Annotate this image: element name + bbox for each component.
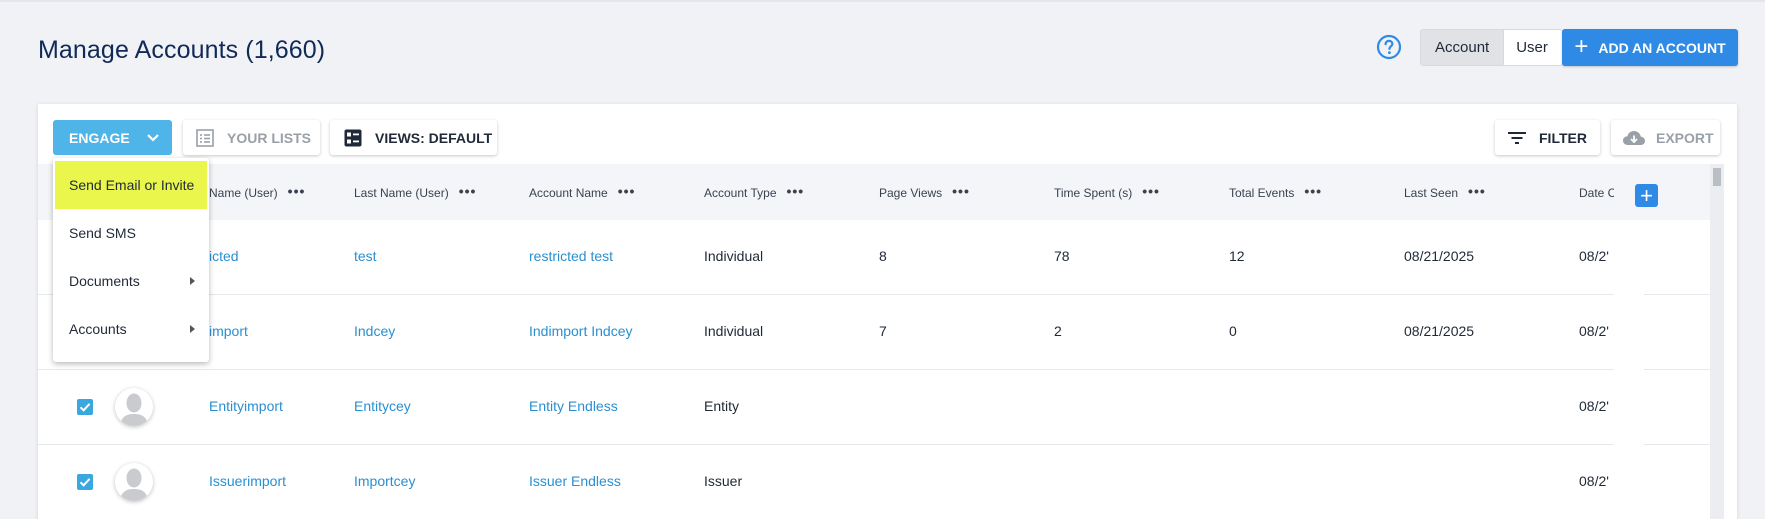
cell-page-views: 7 xyxy=(879,323,887,339)
cell-first-name[interactable]: Entityimport xyxy=(209,398,283,414)
your-lists-button[interactable]: YOUR LISTS xyxy=(183,120,320,155)
export-button[interactable]: EXPORT xyxy=(1611,120,1720,155)
toggle-account[interactable]: Account xyxy=(1421,30,1504,65)
page-title: Manage Accounts (1,660) xyxy=(38,36,326,64)
cell-account-name[interactable]: Indimport Indcey xyxy=(529,323,633,339)
vertical-scrollbar[interactable] xyxy=(1710,164,1724,519)
menu-item-send-email[interactable]: Send Email or Invite xyxy=(55,161,207,209)
column-header-date-created[interactable]: Date C xyxy=(1579,186,1616,200)
cell-account-name[interactable]: Entity Endless xyxy=(529,398,618,414)
caret-right-icon xyxy=(190,325,195,333)
chevron-down-icon xyxy=(146,133,159,142)
add-column-button[interactable]: + xyxy=(1635,184,1658,207)
cell-total-events: 0 xyxy=(1229,323,1237,339)
table-row[interactable]: Entityimport Entitycey Entity Endless En… xyxy=(38,370,1710,445)
more-horizontal-icon[interactable]: ••• xyxy=(288,184,306,198)
column-header-account-name[interactable]: Account Name ••• xyxy=(529,184,636,200)
more-horizontal-icon[interactable]: ••• xyxy=(1468,184,1486,198)
cell-page-views: 8 xyxy=(879,248,887,264)
views-label: VIEWS: DEFAULT xyxy=(375,129,493,146)
cell-first-name[interactable]: import xyxy=(209,323,248,339)
cell-date-created: 08/2' xyxy=(1579,473,1609,489)
accounts-card: ENGAGE YOUR LISTS VIEWS: DEFAULT FILTER … xyxy=(38,104,1737,519)
checkbox-checked[interactable] xyxy=(77,474,93,490)
export-label: EXPORT xyxy=(1656,129,1714,146)
cell-account-type: Individual xyxy=(704,248,764,264)
cell-account-type: Issuer xyxy=(704,473,743,489)
avatar-icon xyxy=(115,463,153,501)
account-user-toggle: Account User xyxy=(1420,29,1563,66)
menu-item-accounts[interactable]: Accounts xyxy=(53,305,209,353)
checkbox-checked[interactable] xyxy=(77,399,93,415)
more-horizontal-icon[interactable]: ••• xyxy=(952,184,970,198)
help-circle-icon[interactable] xyxy=(1376,34,1402,60)
engage-dropdown-menu: Send Email or Invite Send SMS Documents … xyxy=(53,158,209,362)
cell-account-name[interactable]: restricted test xyxy=(529,248,613,264)
cell-account-type: Entity xyxy=(704,398,740,414)
more-horizontal-icon[interactable]: ••• xyxy=(787,184,805,198)
filter-label: FILTER xyxy=(1539,129,1587,146)
filter-icon xyxy=(1508,131,1526,144)
plus-icon: + xyxy=(1574,32,1589,60)
table-row[interactable]: import Indcey Indimport Indcey Individua… xyxy=(38,295,1710,370)
more-horizontal-icon[interactable]: ••• xyxy=(459,184,477,198)
cell-last-name[interactable]: test xyxy=(354,248,377,264)
column-header-page-views[interactable]: Page Views ••• xyxy=(879,184,970,200)
column-header-last-seen[interactable]: Last Seen ••• xyxy=(1404,184,1486,200)
menu-item-documents[interactable]: Documents xyxy=(53,257,209,305)
column-header-last-name[interactable]: Last Name (User) ••• xyxy=(354,184,477,200)
column-overflow-mask xyxy=(1614,220,1644,519)
cell-date-created: 08/2' xyxy=(1579,398,1609,414)
avatar-icon xyxy=(115,388,153,426)
column-header-total-events[interactable]: Total Events ••• xyxy=(1229,184,1322,200)
caret-right-icon xyxy=(190,277,195,285)
cell-last-seen: 08/21/2025 xyxy=(1404,323,1475,339)
views-icon xyxy=(344,129,362,146)
views-button[interactable]: VIEWS: DEFAULT xyxy=(330,120,497,155)
column-header-first-name[interactable]: Name (User) ••• xyxy=(209,184,306,200)
cell-account-type: Individual xyxy=(704,323,764,339)
list-icon xyxy=(196,128,214,147)
cell-account-name[interactable]: Issuer Endless xyxy=(529,473,621,489)
engage-label: ENGAGE xyxy=(69,129,130,146)
cell-time-spent: 78 xyxy=(1054,248,1070,264)
cell-last-seen: 08/21/2025 xyxy=(1404,248,1475,264)
cell-last-name[interactable]: Indcey xyxy=(354,323,395,339)
column-header-time-spent[interactable]: Time Spent (s) ••• xyxy=(1054,184,1160,200)
top-divider xyxy=(0,0,1765,2)
filter-button[interactable]: FILTER xyxy=(1495,120,1600,155)
cell-date-created: 08/2' xyxy=(1579,248,1609,264)
menu-item-send-sms[interactable]: Send SMS xyxy=(53,209,209,257)
add-account-button[interactable]: + ADD AN ACCOUNT xyxy=(1562,29,1738,66)
engage-button[interactable]: ENGAGE xyxy=(53,120,172,155)
more-horizontal-icon[interactable]: ••• xyxy=(618,184,636,198)
toggle-user[interactable]: User xyxy=(1503,30,1562,65)
cell-first-name[interactable]: icted xyxy=(209,248,239,264)
cloud-download-icon xyxy=(1623,130,1645,145)
cell-total-events: 12 xyxy=(1229,248,1245,264)
table-row[interactable]: icted test restricted test Individual 8 … xyxy=(38,220,1710,295)
more-horizontal-icon[interactable]: ••• xyxy=(1142,184,1160,198)
cell-last-name[interactable]: Entitycey xyxy=(354,398,411,414)
cell-date-created: 08/2' xyxy=(1579,323,1609,339)
header-overflow-mask xyxy=(1614,164,1628,220)
more-horizontal-icon[interactable]: ••• xyxy=(1304,184,1322,198)
column-header-account-type[interactable]: Account Type ••• xyxy=(704,184,805,200)
table-header: Name (User) ••• Last Name (User) ••• Accou… xyxy=(38,164,1710,220)
cell-first-name[interactable]: Issuerimport xyxy=(209,473,286,489)
cell-time-spent: 2 xyxy=(1054,323,1062,339)
scrollbar-thumb[interactable] xyxy=(1713,168,1721,186)
add-account-label: ADD AN ACCOUNT xyxy=(1598,39,1726,56)
table-row[interactable]: Issuerimport Importcey Issuer Endless Is… xyxy=(38,445,1710,519)
your-lists-label: YOUR LISTS xyxy=(227,129,312,146)
cell-last-name[interactable]: Importcey xyxy=(354,473,415,489)
